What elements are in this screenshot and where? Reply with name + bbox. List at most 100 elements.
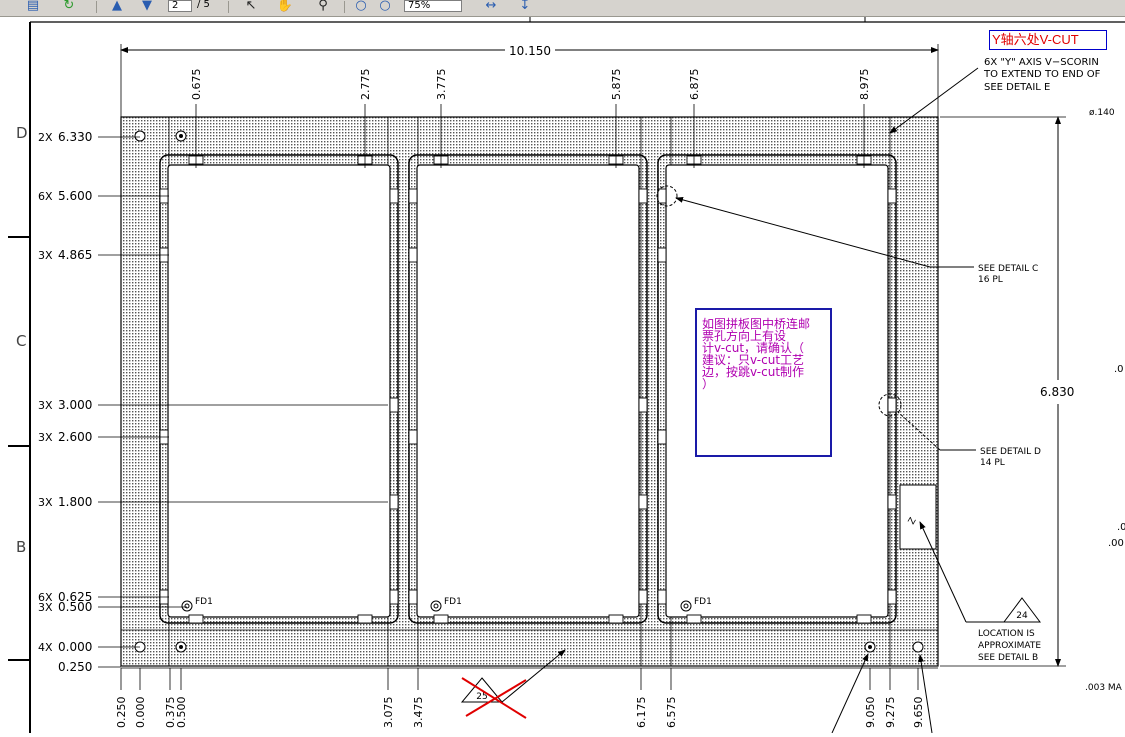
left-dim-value: 2.600	[58, 430, 92, 444]
document-icon[interactable]: ▤	[22, 0, 44, 14]
zoom-icon[interactable]: ⚲	[312, 0, 334, 14]
top-dim-label: 5.875	[610, 69, 623, 101]
breakaway-tab	[887, 188, 897, 204]
left-dim-count: 3X	[38, 496, 53, 509]
fit-width-icon[interactable]: ↔	[480, 0, 502, 14]
bottom-dim-label: 6.175	[635, 697, 648, 729]
breakaway-tab	[433, 614, 449, 624]
page-total-label: / 5	[197, 0, 210, 10]
zone-letter-c: C	[16, 332, 26, 350]
breakaway-tab	[657, 589, 667, 605]
breakaway-tab	[389, 397, 399, 413]
rotate-icon[interactable]: ○	[374, 0, 396, 14]
left-dim-count: 3X	[38, 431, 53, 444]
left-dim-count: 4X	[38, 641, 53, 654]
left-dim-value: 0.000	[58, 640, 92, 654]
breakaway-tab	[887, 494, 897, 510]
breakaway-tab	[887, 397, 897, 413]
location-note-line: LOCATION IS	[978, 629, 1035, 639]
breakaway-tab	[408, 429, 418, 445]
bottom-dimensions: 0.250 0.000 0.3750.500 3.075 3.475 6.175 6.575…	[115, 668, 925, 728]
breakaway-tab	[357, 614, 373, 624]
left-dim-count: 2X	[38, 131, 53, 144]
top-dim-label: 3.775	[435, 69, 448, 101]
bottom-dim-label: 0.250	[115, 697, 128, 729]
detail-d-count: 14 PL	[980, 458, 1005, 468]
bottom-dim-label: 9.050	[864, 697, 877, 729]
select-tool-icon[interactable]: ↖	[240, 0, 262, 14]
toolbar-separator	[96, 1, 97, 13]
right-fragment: .00	[1108, 538, 1124, 549]
breakaway-tab	[389, 589, 399, 605]
breakaway-tab	[408, 188, 418, 204]
breakaway-tab	[657, 429, 667, 445]
left-dim-value: 0.500	[58, 600, 92, 614]
drawing-canvas[interactable]: D C B FD1 FD1 FD1 Z 10.150 6.830 ø.140 0…	[0, 17, 1125, 734]
left-dim-value: 1.800	[58, 495, 92, 509]
location-box	[899, 484, 937, 550]
fiducial-label: FD1	[694, 597, 712, 607]
toolbar-separator	[344, 1, 345, 13]
left-dim-count: 3X	[38, 601, 53, 614]
breakaway-tab	[638, 188, 648, 204]
left-dim-value: 0.250	[58, 660, 92, 674]
left-dim-value: 4.865	[58, 248, 92, 262]
vscore-note-line: 6X "Y" AXIS V−SCORIN	[984, 57, 1099, 68]
note-line: 边，按跳v-cut制作	[702, 365, 805, 379]
left-dim-value: 5.600	[58, 189, 92, 203]
right-fragment: .003 MA	[1085, 683, 1123, 693]
left-dim-value: 6.330	[58, 130, 92, 144]
fit-page-icon[interactable]: ↧	[514, 0, 536, 14]
hole-diameter-label: ø.140	[1089, 108, 1115, 118]
cad-drawing: D C B FD1 FD1 FD1 Z 10.150 6.830 ø.140 0…	[8, 17, 1125, 734]
left-dim-value: 3.000	[58, 398, 92, 412]
breakaway-tab	[657, 247, 667, 263]
breakaway-tab	[887, 589, 897, 605]
breakaway-tab	[408, 589, 418, 605]
breakaway-tab	[657, 188, 667, 204]
location-note-line: SEE DETAIL B	[978, 653, 1038, 663]
right-fragment: .0	[1114, 364, 1124, 375]
breakaway-tab	[389, 494, 399, 510]
detail-c-count: 16 PL	[978, 275, 1003, 285]
bottom-dim-label: 3.475	[412, 697, 425, 729]
bottom-dim-label: 9.650	[912, 697, 925, 729]
note-line: ）	[702, 377, 715, 391]
revision-triangle-24-label: 24	[1016, 611, 1028, 621]
detail-c-label: SEE DETAIL C	[978, 264, 1038, 274]
breakaway-tab	[638, 494, 648, 510]
bottom-dim-label: 6.575	[665, 697, 678, 729]
detail-d-label: SEE DETAIL D	[980, 447, 1041, 457]
review-note-box: 如图拼板图中桥连邮 票孔方向上有设 计v-cut，请确认（ 建议：只v-cut工…	[695, 308, 832, 457]
overall-width-dim: 10.150	[509, 44, 551, 58]
arrow-down-icon[interactable]: ▼	[136, 0, 158, 14]
breakaway-tab	[686, 614, 702, 624]
page-number-input[interactable]: 2	[168, 0, 192, 12]
y-axis-vcut-title: Y轴六处V-CUT	[989, 30, 1107, 50]
rotate-icon[interactable]: ○	[350, 0, 372, 14]
vscore-note-line: SEE DETAIL E	[984, 82, 1050, 93]
left-dim-count: 3X	[38, 399, 53, 412]
top-dim-label: 6.875	[688, 69, 701, 101]
bottom-dim-label: 9.275	[884, 697, 897, 729]
breakaway-tab	[608, 614, 624, 624]
bottom-dim-label: 0.500	[175, 697, 188, 729]
top-dim-label: 0.675	[190, 69, 203, 101]
left-dim-count: 3X	[38, 249, 53, 262]
left-dim-count: 6X	[38, 190, 53, 203]
top-dim-label: 8.975	[858, 69, 871, 101]
breakaway-tab	[638, 589, 648, 605]
hand-tool-icon[interactable]: ✋	[274, 0, 296, 14]
zone-letter-d: D	[16, 124, 28, 142]
bottom-dim-label: 0.000	[134, 697, 147, 729]
refresh-icon[interactable]: ↻	[58, 0, 80, 14]
toolbar-separator	[228, 1, 229, 13]
breakaway-tab	[188, 614, 204, 624]
viewer-toolbar: ▤ ↻ ▲ ▼ 2 / 5 ↖ ✋ ⚲ ○ ○ 75% ↔ ↧	[0, 0, 1125, 17]
arrow-up-icon[interactable]: ▲	[106, 0, 128, 14]
bottom-dim-label: 3.075	[382, 697, 395, 729]
zoom-select[interactable]: 75%	[404, 0, 462, 12]
breakaway-tab	[408, 247, 418, 263]
fiducial-label: FD1	[444, 597, 462, 607]
fiducial-label: FD1	[195, 597, 213, 607]
